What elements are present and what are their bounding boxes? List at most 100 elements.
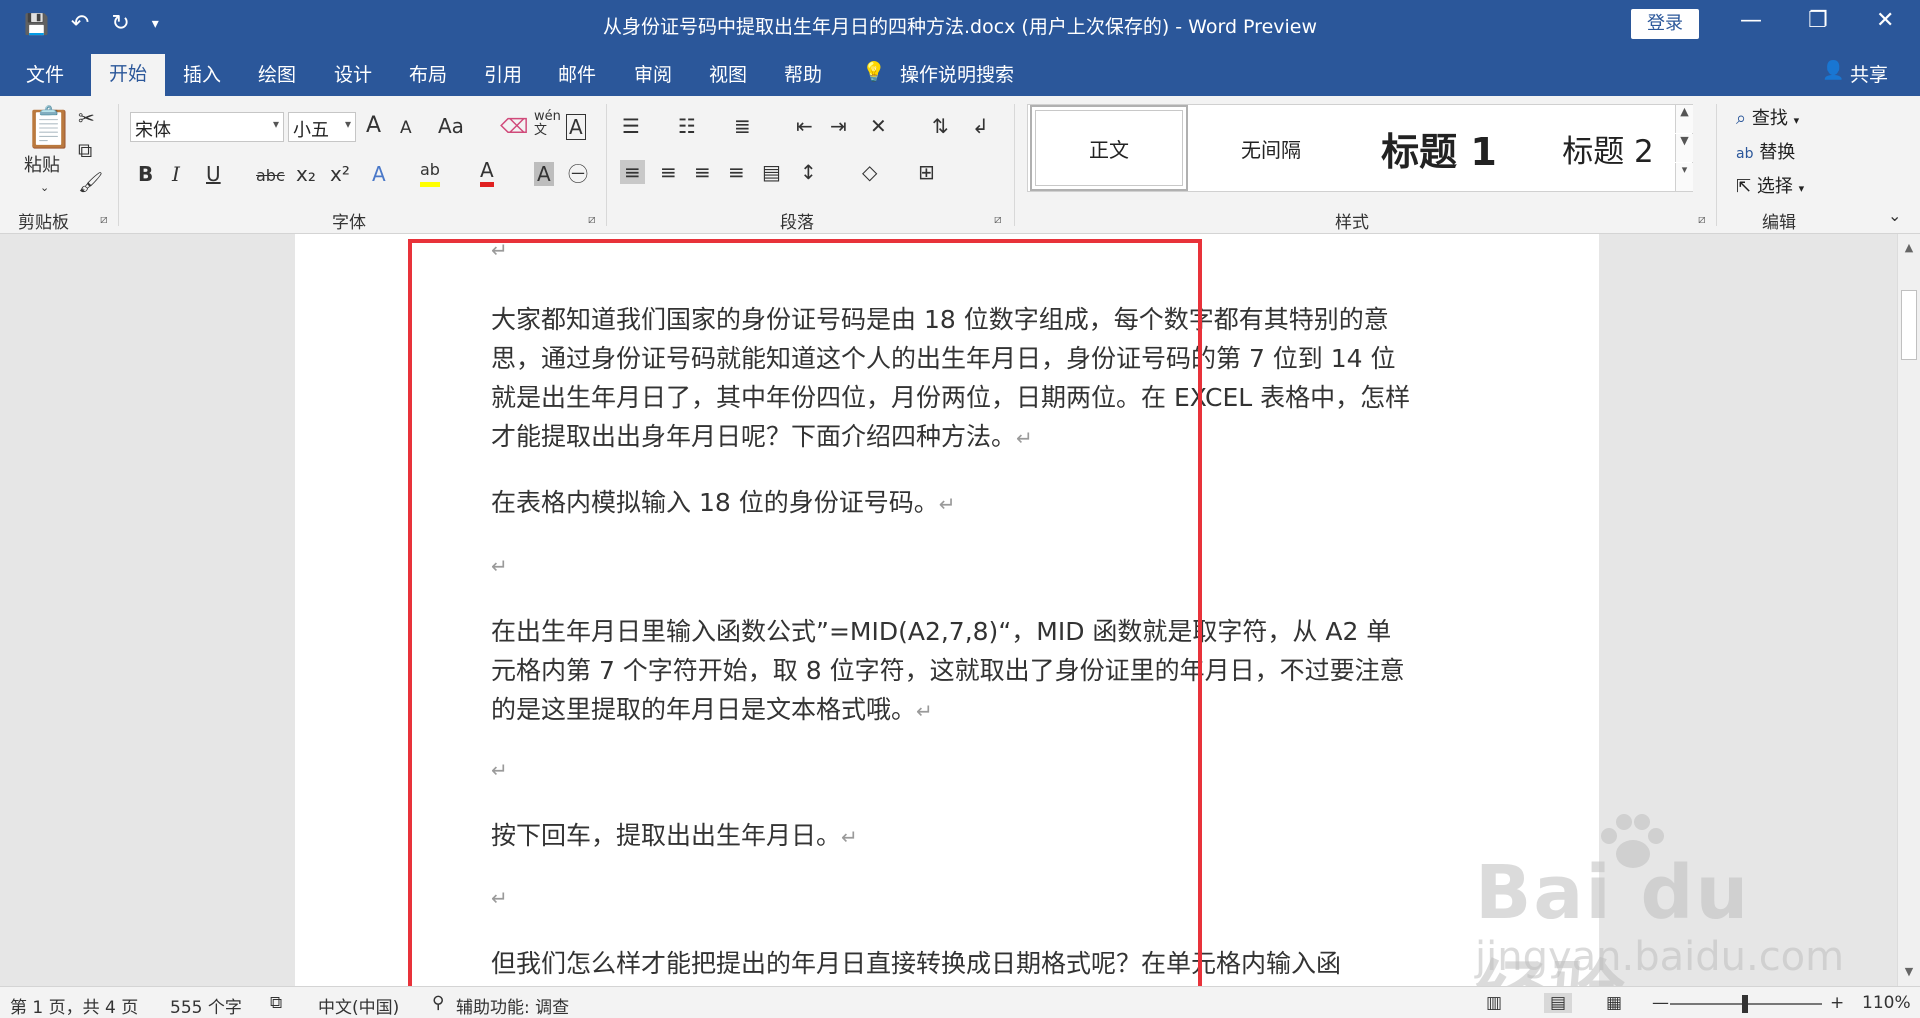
- select-button[interactable]: ⇱ 选择 ▾: [1736, 172, 1804, 198]
- clear-format-icon[interactable]: ⌫: [500, 114, 528, 138]
- change-case-icon[interactable]: Aa: [438, 114, 464, 138]
- paste-dropdown-icon[interactable]: ⌄: [40, 176, 49, 200]
- replace-button[interactable]: ab 替换: [1736, 138, 1795, 164]
- grow-font-icon[interactable]: A: [366, 114, 381, 138]
- sort-icon[interactable]: ⇅: [932, 114, 949, 138]
- clipboard-launcher-icon[interactable]: ⧄: [100, 212, 108, 227]
- gallery-down-icon[interactable]: ▼: [1675, 134, 1693, 162]
- highlight-icon[interactable]: ab: [420, 158, 440, 187]
- bullets-icon[interactable]: ☰: [622, 114, 640, 138]
- document-paragraph[interactable]: 按下回车，提取出出生年月日。↵: [491, 816, 1411, 857]
- style-no-spacing[interactable]: 无间隔: [1192, 105, 1350, 191]
- align-right-icon[interactable]: ≡: [694, 160, 711, 184]
- zoom-level[interactable]: 110%: [1862, 993, 1911, 1013]
- scroll-up-icon[interactable]: ▲: [1900, 238, 1918, 258]
- gallery-up-icon[interactable]: ▲: [1675, 105, 1693, 133]
- superscript-icon[interactable]: x²: [330, 162, 350, 186]
- text-effects-icon[interactable]: A: [372, 162, 386, 186]
- align-left-icon[interactable]: ≡: [620, 160, 645, 184]
- document-page[interactable]: ↵ 大家都知道我们国家的身份证号码是由 18 位数字组成，每个数字都有其特别的意…: [295, 234, 1599, 986]
- tab-review[interactable]: 审阅: [634, 60, 672, 87]
- read-mode-icon[interactable]: ▥: [1486, 993, 1502, 1013]
- italic-icon[interactable]: I: [172, 162, 180, 186]
- paragraph-launcher-icon[interactable]: ⧄: [994, 212, 1002, 227]
- zoom-slider-thumb[interactable]: [1742, 995, 1748, 1013]
- borders-icon[interactable]: ⊞: [918, 160, 935, 184]
- char-border-icon[interactable]: A: [566, 114, 586, 140]
- underline-icon[interactable]: U: [206, 162, 221, 186]
- strikethrough-icon[interactable]: abc: [256, 164, 285, 188]
- paragraph-mark: ↵: [841, 825, 858, 849]
- tab-mailings[interactable]: 邮件: [558, 60, 596, 87]
- tab-references[interactable]: 引用: [484, 60, 522, 87]
- styles-launcher-icon[interactable]: ⧄: [1698, 212, 1706, 227]
- multilevel-list-icon[interactable]: ≣: [734, 114, 751, 138]
- find-button[interactable]: ⌕ 查找 ▾: [1736, 104, 1799, 130]
- scroll-thumb[interactable]: [1901, 290, 1917, 360]
- minimize-icon[interactable]: —: [1740, 8, 1762, 33]
- style-heading-2[interactable]: 标题 2: [1528, 105, 1688, 191]
- web-layout-icon[interactable]: ▦: [1606, 993, 1622, 1013]
- zoom-out-button[interactable]: —: [1652, 993, 1669, 1013]
- gallery-more-icon[interactable]: ▾: [1675, 163, 1693, 191]
- paste-button[interactable]: 粘贴: [24, 154, 60, 178]
- zoom-in-button[interactable]: +: [1830, 993, 1844, 1013]
- phonetic-guide-icon[interactable]: wén 文: [534, 110, 562, 138]
- font-color-icon[interactable]: A: [480, 158, 494, 187]
- show-marks-icon[interactable]: ↲: [972, 114, 989, 138]
- decrease-indent-icon[interactable]: ⇤: [796, 114, 813, 138]
- word-count[interactable]: 555 个字: [170, 993, 242, 1018]
- font-size-select[interactable]: 小五 ▾: [288, 112, 356, 142]
- document-paragraph[interactable]: 在表格内模拟输入 18 位的身份证号码。↵: [491, 483, 1411, 524]
- shading-icon[interactable]: ◇: [862, 160, 877, 184]
- tab-help[interactable]: 帮助: [784, 60, 822, 87]
- distributed-icon[interactable]: ▤: [762, 160, 781, 184]
- char-shading-icon[interactable]: A: [534, 162, 554, 186]
- tab-insert[interactable]: 插入: [183, 60, 221, 87]
- proofing-icon[interactable]: ⧉: [270, 993, 282, 1013]
- numbering-icon[interactable]: ☷: [678, 114, 696, 138]
- accessibility-status[interactable]: 辅助功能: 调查: [456, 993, 569, 1018]
- cut-icon[interactable]: ✂: [78, 106, 95, 130]
- collapse-ribbon-icon[interactable]: ⌄: [1888, 204, 1901, 228]
- document-paragraph[interactable]: 在出生年月日里输入函数公式”=MID(A2,7,8)“，MID 函数就是取字符，…: [491, 612, 1411, 731]
- shrink-font-icon[interactable]: A: [400, 116, 412, 140]
- tab-draw[interactable]: 绘图: [258, 60, 296, 87]
- copy-icon[interactable]: ⧉: [78, 138, 92, 162]
- divider: [118, 104, 119, 226]
- paste-icon[interactable]: 📋: [24, 104, 74, 152]
- format-painter-icon[interactable]: 🖌: [78, 170, 103, 194]
- editing-group-label: 编辑: [1762, 213, 1796, 233]
- login-button[interactable]: 登录: [1631, 9, 1699, 39]
- tab-design[interactable]: 设计: [334, 60, 372, 87]
- style-heading-1[interactable]: 标题 1: [1354, 105, 1524, 191]
- print-layout-icon[interactable]: ▤: [1544, 993, 1573, 1013]
- tab-layout[interactable]: 布局: [409, 60, 447, 87]
- tell-me-search[interactable]: 操作说明搜索: [900, 60, 1014, 87]
- share-button[interactable]: 共享: [1850, 60, 1888, 87]
- document-paragraph[interactable]: 但我们怎么样才能把提出的年月日直接转换成日期格式呢？在单元格内输入函: [491, 944, 1411, 983]
- justify-icon[interactable]: ≡: [728, 160, 745, 184]
- subscript-icon[interactable]: x₂: [296, 162, 316, 186]
- font-name-select[interactable]: 宋体 ▾: [130, 112, 284, 142]
- style-normal[interactable]: 正文: [1030, 105, 1188, 191]
- bold-icon[interactable]: B: [138, 162, 153, 186]
- document-paragraph[interactable]: 大家都知道我们国家的身份证号码是由 18 位数字组成，每个数字都有其特别的意思，…: [491, 300, 1411, 458]
- document-area[interactable]: ↵ 大家都知道我们国家的身份证号码是由 18 位数字组成，每个数字都有其特别的意…: [0, 234, 1897, 986]
- enclose-char-icon[interactable]: ㊀: [568, 162, 588, 186]
- chevron-down-icon: ▾: [344, 117, 351, 131]
- tab-home[interactable]: 开始: [91, 54, 166, 96]
- align-center-icon[interactable]: ≡: [660, 160, 677, 184]
- chinese-layout-icon[interactable]: ✕: [870, 114, 887, 138]
- increase-indent-icon[interactable]: ⇥: [830, 114, 847, 138]
- line-spacing-icon[interactable]: ↕: [800, 160, 817, 184]
- language-indicator[interactable]: 中文(中国): [318, 993, 399, 1018]
- vertical-scrollbar[interactable]: ▲ ▼: [1897, 234, 1920, 986]
- tab-view[interactable]: 视图: [709, 60, 747, 87]
- font-launcher-icon[interactable]: ⧄: [588, 212, 596, 227]
- page-count[interactable]: 第 1 页，共 4 页: [10, 993, 138, 1018]
- scroll-down-icon[interactable]: ▼: [1900, 962, 1918, 982]
- tab-file[interactable]: 文件: [26, 60, 64, 87]
- close-icon[interactable]: ✕: [1876, 8, 1894, 33]
- restore-icon[interactable]: ❐: [1808, 8, 1828, 33]
